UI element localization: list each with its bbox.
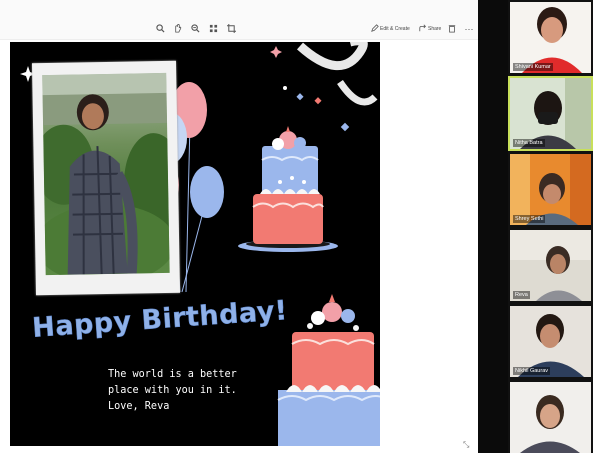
search-icon[interactable] bbox=[155, 24, 165, 34]
grid-icon[interactable] bbox=[208, 24, 218, 34]
participant-name: Shivani Kumar bbox=[513, 63, 553, 71]
participant-name: Shrey Sethi bbox=[513, 215, 546, 223]
participant-tile[interactable]: Nikhil Gaurav bbox=[510, 306, 591, 377]
participant-tile[interactable]: Reva bbox=[510, 230, 591, 301]
participants-panel: Shivani Kumar Nitha Batra Shrey Sethi Re… bbox=[508, 0, 593, 453]
more-options-icon[interactable]: ⋯ bbox=[464, 24, 474, 34]
edit-create-button[interactable]: Edit & Create bbox=[380, 24, 410, 34]
message-line-1: The world is a better bbox=[108, 369, 237, 380]
share-button[interactable]: Share bbox=[428, 24, 441, 34]
portrait-photo bbox=[42, 72, 170, 276]
crop-icon[interactable] bbox=[226, 24, 236, 34]
screen: Edit & Create Share ⋯ Happy Birthday! Th… bbox=[0, 0, 593, 453]
participant-name: Nitha Batra bbox=[513, 139, 545, 147]
birthday-card-slide: Happy Birthday! The world is a better pl… bbox=[10, 42, 380, 446]
viewer-toolbar: Edit & Create Share ⋯ bbox=[0, 0, 478, 40]
participant-name: Reva bbox=[513, 291, 530, 299]
participant-tile[interactable]: Shrey Sethi bbox=[510, 154, 591, 225]
birthday-message: The world is a better place with you in … bbox=[108, 367, 248, 415]
participant-tile[interactable] bbox=[510, 382, 591, 453]
edit-icon bbox=[370, 24, 380, 34]
participant-tile[interactable]: Shivani Kumar bbox=[510, 2, 591, 73]
message-line-2: place with you in it. bbox=[108, 385, 237, 396]
resize-handle-icon[interactable]: ⤡ bbox=[463, 440, 469, 450]
zoom-icon[interactable] bbox=[190, 24, 200, 34]
delete-icon[interactable] bbox=[447, 24, 457, 34]
pan-icon[interactable] bbox=[172, 24, 182, 34]
participant-name: Nikhil Gaurav bbox=[513, 367, 551, 375]
share-icon bbox=[418, 24, 428, 34]
polaroid-frame bbox=[31, 60, 181, 296]
panel-divider bbox=[478, 0, 508, 453]
message-line-3: Love, Reva bbox=[108, 401, 170, 412]
participant-tile[interactable]: Nitha Batra bbox=[508, 76, 593, 151]
